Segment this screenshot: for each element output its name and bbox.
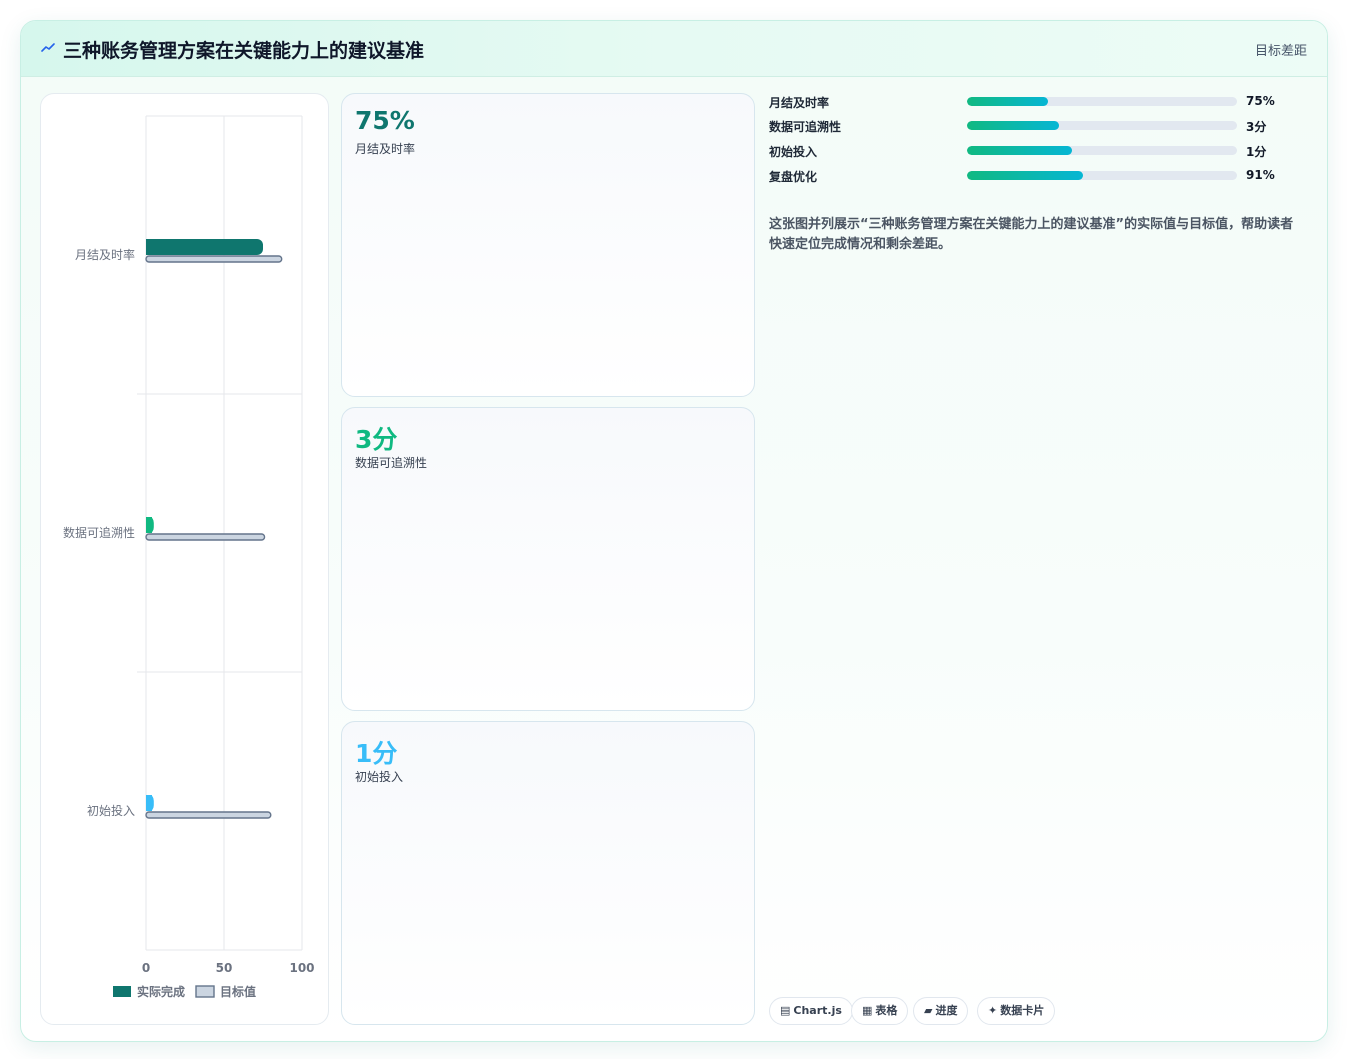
- progress-row: 复盘优化 91%: [769, 167, 1309, 185]
- progress-fill: [967, 97, 1048, 106]
- progress-icon: ▰: [924, 1004, 933, 1017]
- progress-track: [967, 121, 1237, 130]
- panel-header: 三种账务管理方案在关键能力上的建议基准 目标差距: [21, 21, 1327, 77]
- trend-line-icon: [41, 43, 55, 52]
- progress-label: 月结及时率: [769, 96, 830, 110]
- page-title: 三种账务管理方案在关键能力上的建议基准: [63, 40, 425, 62]
- x-tick-label: 50: [216, 961, 233, 975]
- progress-fill: [967, 146, 1073, 155]
- legend-swatch-target: [195, 985, 215, 998]
- bar-actual-base: [146, 517, 152, 533]
- dashboard-panel: 三种账务管理方案在关键能力上的建议基准 目标差距 0 50 100 月结及时率 数据可追…: [20, 20, 1328, 1042]
- bar-chart: 0 50 100 月结及时率数据可追溯性初始投入实际完成 目标值: [63, 115, 315, 999]
- progress-track: [967, 171, 1237, 180]
- stat-card: 1分 初始投入: [341, 721, 755, 1025]
- stat-value: 3分: [355, 425, 398, 454]
- category-label: 数据可追溯性: [63, 525, 135, 540]
- progress-label: 初始投入: [769, 145, 818, 159]
- tag-chartjs[interactable]: ▤ Chart.js: [769, 997, 853, 1025]
- progress-track: [967, 97, 1237, 106]
- header-badge: 目标差距: [1254, 44, 1307, 59]
- tag-label: 进度: [935, 1004, 958, 1017]
- tag-label: 表格: [875, 1004, 898, 1017]
- progress-row: 月结及时率 75%: [769, 93, 1309, 111]
- legend-label-actual: 实际完成: [137, 984, 185, 999]
- chart-icon: ▤: [780, 1004, 791, 1017]
- x-tick-label: 0: [142, 961, 150, 975]
- bar-target: [145, 255, 283, 263]
- legend-label-target: 目标值: [220, 984, 256, 999]
- stat-label: 数据可追溯性: [355, 456, 428, 470]
- progress-fill: [967, 121, 1059, 130]
- category-label: 月结及时率: [75, 247, 135, 262]
- stat-card: 75% 月结及时率: [341, 93, 755, 397]
- tag-progress[interactable]: ▰ 进度: [913, 997, 969, 1025]
- progress-label: 数据可追溯性: [769, 120, 842, 134]
- progress-fill: [967, 171, 1084, 180]
- table-icon: ▦: [862, 1004, 873, 1017]
- tag-label: 数据卡片: [1000, 1004, 1045, 1017]
- stat-value: 75%: [355, 106, 415, 135]
- stat-card: 3分 数据可追溯性: [341, 407, 755, 711]
- stat-value: 1分: [355, 739, 398, 768]
- bar-actual-base: [146, 795, 152, 811]
- progress-row: 数据可追溯性 3分: [769, 117, 1309, 135]
- bar-target: [145, 533, 266, 541]
- card-icon: ✦: [988, 1004, 998, 1017]
- tag-label: Chart.js: [793, 1004, 842, 1017]
- progress-row: 初始投入 1分: [769, 142, 1309, 160]
- bar-chart-card: 0 50 100 月结及时率数据可追溯性初始投入实际完成 目标值: [40, 93, 329, 1025]
- chart-description: 这张图并列展示“三种账务管理方案在关键能力上的建议基准”的实际值与目标值，帮助读…: [769, 217, 1294, 252]
- progress-value: 1分: [1246, 145, 1267, 159]
- tag-data-card[interactable]: ✦ 数据卡片: [977, 997, 1056, 1025]
- progress-value: 91%: [1246, 168, 1275, 182]
- stat-label: 月结及时率: [355, 142, 416, 156]
- legend-swatch-actual: [113, 986, 131, 997]
- tag-table[interactable]: ▦ 表格: [851, 997, 909, 1025]
- progress-section: 月结及时率 75% 数据可追溯性 3分 初始投入 1分 复盘优化 91% 这张图…: [769, 93, 1309, 1025]
- x-tick-label: 100: [289, 961, 314, 975]
- progress-track: [967, 146, 1237, 155]
- bar-actual: [146, 239, 263, 255]
- category-label: 初始投入: [87, 803, 135, 818]
- bar-target: [145, 811, 272, 819]
- progress-value: 3分: [1246, 120, 1267, 134]
- stat-label: 初始投入: [355, 770, 404, 784]
- progress-label: 复盘优化: [769, 170, 818, 184]
- progress-value: 75%: [1246, 94, 1275, 108]
- bar-actual-base: [146, 239, 152, 255]
